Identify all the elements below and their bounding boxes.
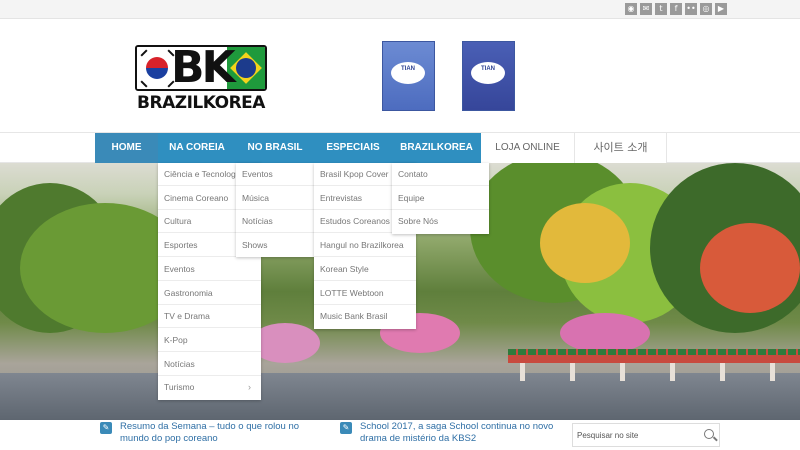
facebook-icon[interactable]: f <box>670 3 682 15</box>
menu-item-eventos-br[interactable]: Eventos <box>236 163 314 186</box>
search-input[interactable] <box>577 427 697 443</box>
news-item[interactable]: ✎ School 2017, a saga School continua no… <box>340 421 570 449</box>
instagram-icon[interactable]: ◎ <box>700 3 712 15</box>
search-box <box>572 423 720 447</box>
menu-item-equipe[interactable]: Equipe <box>392 187 489 210</box>
menu-item-kpop[interactable]: K-Pop <box>158 329 261 352</box>
youtube-icon[interactable]: ▶ <box>715 3 727 15</box>
nav-especiais[interactable]: ESPECIAIS <box>314 133 392 163</box>
main-nav: HOME NA COREIA NO BRASIL ESPECIAIS BRAZI… <box>0 132 800 163</box>
rss-icon[interactable]: ◉ <box>625 3 637 15</box>
top-bar: ◉ ✉ t f •• ◎ ▶ <box>0 0 800 19</box>
cover-title: TIAN <box>481 66 495 72</box>
nav-home[interactable]: HOME <box>95 133 158 163</box>
menu-item-label: Turismo <box>164 382 195 393</box>
menu-item-noticias[interactable]: Notícias <box>158 353 261 376</box>
chevron-right-icon: › <box>248 382 251 393</box>
menu-item-shows[interactable]: Shows <box>236 234 314 257</box>
menu-item-music-bank[interactable]: Music Bank Brasil <box>314 305 416 328</box>
twitter-icon[interactable]: t <box>655 3 667 15</box>
dropdown-brazilkorea: Contato Equipe Sobre Nós <box>392 163 489 234</box>
menu-item-musica[interactable]: Música <box>236 187 314 210</box>
menu-item-tv-drama[interactable]: TV e Drama <box>158 305 261 329</box>
pencil-icon: ✎ <box>340 422 352 434</box>
email-icon[interactable]: ✉ <box>640 3 652 15</box>
social-links: ◉ ✉ t f •• ◎ ▶ <box>625 3 727 15</box>
pond <box>0 373 800 420</box>
menu-item-lotte-webtoon[interactable]: LOTTE Webtoon <box>314 282 416 305</box>
nav-no-brasil[interactable]: NO BRASIL <box>236 133 314 163</box>
nav-site-intro[interactable]: 사이트 소개 <box>575 133 667 163</box>
menu-item-turismo[interactable]: Turismo › <box>158 376 261 399</box>
speech-bubble-icon: TIAN <box>391 62 425 84</box>
cover-title: TIAN <box>401 66 415 72</box>
dropdown-no-brasil: Eventos Música Notícias Shows <box>236 163 314 257</box>
flickr-icon[interactable]: •• <box>685 3 697 15</box>
menu-item-contato[interactable]: Contato <box>392 163 489 186</box>
menu-item-hangul[interactable]: Hangul no Brazilkorea <box>314 234 416 258</box>
menu-item-eventos[interactable]: Eventos <box>158 258 261 281</box>
news-item[interactable]: ✎ Resumo da Semana – tudo o que rolou no… <box>100 421 320 449</box>
speech-bubble-icon: TIAN <box>471 62 505 84</box>
menu-item-gastronomia[interactable]: Gastronomia <box>158 282 261 305</box>
book-cover-2[interactable]: TIAN <box>462 41 515 111</box>
logo-mark: BK <box>135 45 267 91</box>
site-logo[interactable]: BK BRAZILKOREA <box>135 45 267 130</box>
search-icon[interactable] <box>704 429 714 439</box>
logo-wordmark: BRAZILKOREA <box>137 93 265 113</box>
menu-item-sobre-nos[interactable]: Sobre Nós <box>392 210 489 233</box>
logo-bk-text: BK <box>171 45 236 91</box>
nav-loja-online[interactable]: LOJA ONLINE <box>481 133 575 163</box>
book-cover-1[interactable]: TIAN <box>382 41 435 111</box>
pencil-icon: ✎ <box>100 422 112 434</box>
menu-item-korean-style[interactable]: Korean Style <box>314 258 416 281</box>
bridge <box>508 355 800 363</box>
menu-item-noticias-br[interactable]: Notícias <box>236 210 314 233</box>
site-header: BK BRAZILKOREA TIAN TIAN <box>0 20 800 132</box>
news-title[interactable]: Resumo da Semana – tudo o que rolou no m… <box>120 421 320 445</box>
nav-brazilkorea[interactable]: BRAZILKOREA <box>392 133 481 163</box>
nav-na-coreia[interactable]: NA COREIA <box>158 133 236 163</box>
news-title[interactable]: School 2017, a saga School continua no n… <box>360 421 570 445</box>
